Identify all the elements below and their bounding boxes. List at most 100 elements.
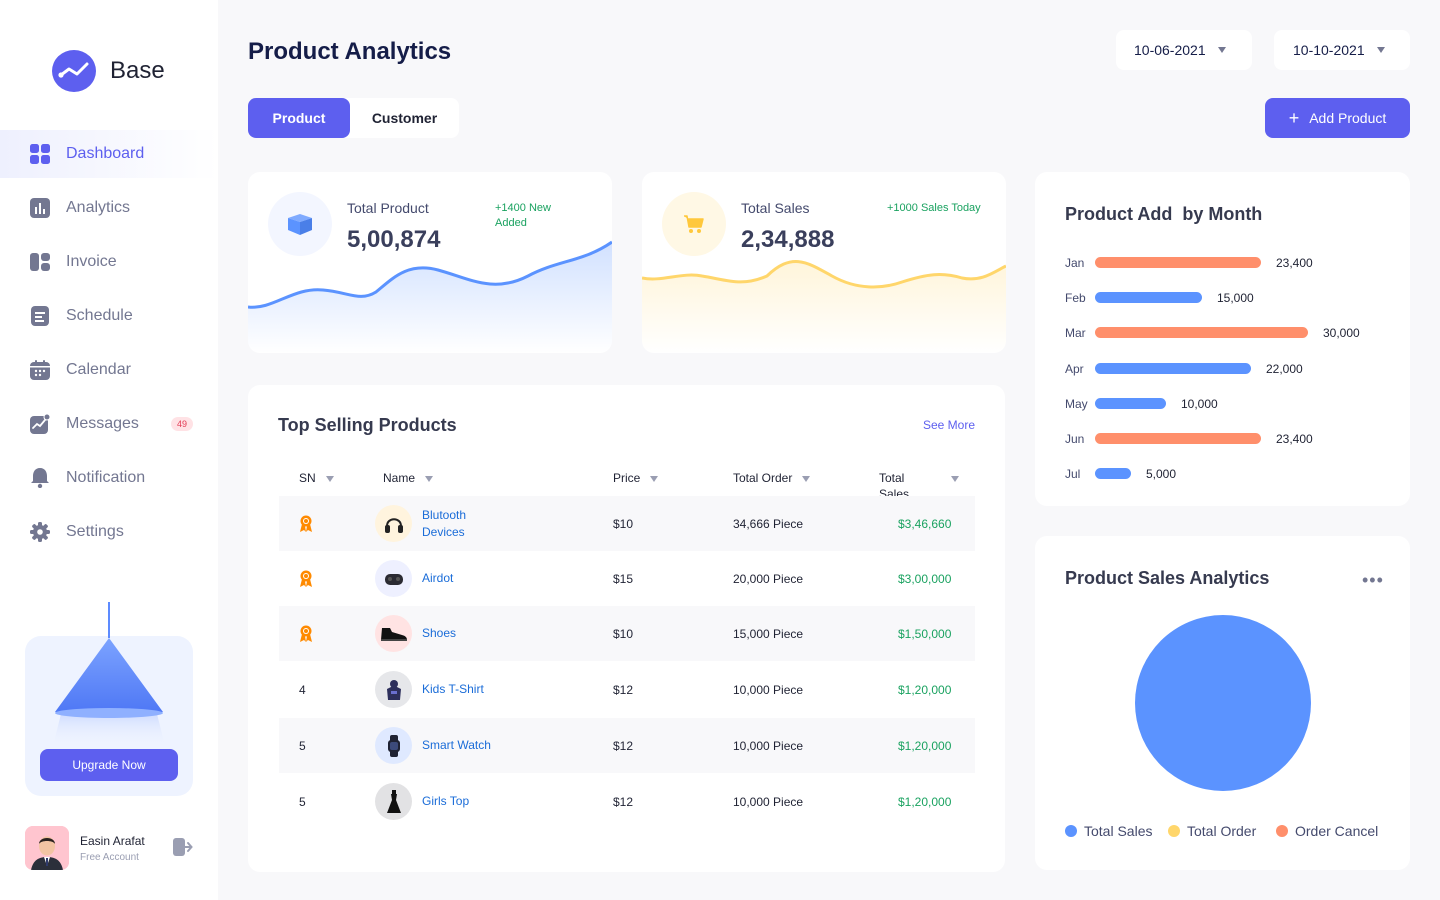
product-name-link[interactable]: Airdot [422, 570, 453, 587]
legend-label: Order Cancel [1295, 823, 1379, 839]
avatar [25, 826, 69, 870]
legend-dot [1276, 825, 1288, 837]
table-row[interactable]: Blutooth Devices $10 34,666 Piece $3,46,6… [279, 496, 975, 551]
sidebar-item-calendar[interactable]: Calendar [0, 346, 218, 394]
bar-value-label: 10,000 [1181, 396, 1218, 411]
sales-pie-chart [1135, 615, 1311, 791]
page-title: Product Analytics [248, 38, 452, 65]
upgrade-now-button[interactable]: Upgrade Now [40, 749, 178, 781]
date-from-select[interactable]: 10-06-2021 [1116, 30, 1252, 70]
sort-icon [325, 476, 334, 482]
sidebar-item-notification[interactable]: Notification [0, 454, 218, 502]
stat-note: +1000 Sales Today [887, 202, 981, 214]
sidebar-item-invoice[interactable]: Invoice [0, 238, 218, 286]
bar[interactable] [1095, 292, 1202, 304]
bar[interactable] [1095, 397, 1166, 409]
column-header-label: Name [383, 471, 416, 485]
product-cell: Kids T-Shirt [375, 662, 484, 717]
user-profile[interactable]: Easin Arafat Free Account [25, 826, 197, 870]
tab-product[interactable]: Product [248, 98, 350, 138]
bar-value-label: 15,000 [1217, 291, 1254, 306]
stat-value: 2,34,888 [741, 226, 835, 253]
table-row[interactable]: Airdot $15 20,000 Piece $3,00,000 [279, 551, 975, 606]
column-header-total-order[interactable]: Total Order [733, 470, 811, 486]
bar-category-label: Mar [1065, 326, 1086, 341]
watch-icon [375, 727, 412, 764]
sidebar-item-label: Invoice [66, 253, 117, 270]
table-row[interactable]: Shoes $10 15,000 Piece $1,50,000 [279, 606, 975, 661]
price-cell: $12 [613, 682, 634, 697]
product-sales-analytics-card: Product Sales Analytics ••• Total Sales … [1035, 536, 1410, 870]
sort-icon [951, 476, 960, 482]
bell-icon [29, 467, 51, 489]
table-row[interactable]: 4 Kids T-Shirt $12 10,000 Piece $1,20,00… [279, 662, 975, 717]
lamp-illustration [53, 638, 165, 746]
price-cell: $15 [613, 571, 634, 586]
legend-label: Total Sales [1084, 823, 1153, 839]
see-more-link[interactable]: See More [923, 418, 975, 432]
price-cell: $12 [613, 794, 634, 809]
product-cell: Girls Top [375, 774, 469, 829]
sidebar-item-schedule[interactable]: Schedule [0, 292, 218, 340]
price-cell: $12 [613, 738, 634, 753]
product-name-link[interactable]: Girls Top [422, 793, 469, 810]
stat-label: Total Product [347, 200, 429, 216]
bar[interactable] [1095, 468, 1131, 480]
column-header-label: Price [613, 471, 641, 485]
brand-logo[interactable]: Base [52, 50, 165, 92]
product-name-link[interactable]: Smart Watch [422, 737, 491, 754]
legend-dot [1168, 825, 1180, 837]
table-row[interactable]: 5 Smart Watch $12 10,000 Piece $1,20,000 [279, 718, 975, 773]
logo-icon [52, 50, 96, 92]
bar-value-label: 5,000 [1146, 467, 1177, 482]
column-header-sn[interactable]: SN [299, 470, 334, 486]
sidebar-item-messages[interactable]: Messages 49 [0, 400, 218, 448]
sidebar-item-dashboard[interactable]: Dashboard [0, 130, 218, 178]
tab-customer[interactable]: Customer [350, 98, 459, 138]
medal-icon [299, 496, 313, 551]
calendar-icon [29, 359, 51, 381]
product-name-link[interactable]: Blutooth Devices [422, 507, 466, 541]
medal-icon [299, 606, 313, 661]
shoe-icon [375, 615, 412, 652]
add-product-button[interactable]: + Add Product [1265, 98, 1410, 138]
column-header-name[interactable]: Name [383, 470, 434, 486]
product-cell: Smart Watch [375, 718, 491, 773]
bar-category-label: Jul [1065, 467, 1081, 482]
date-to-select[interactable]: 10-10-2021 [1274, 30, 1410, 70]
product-name-link[interactable]: Kids T-Shirt [422, 681, 484, 698]
date-to-value: 10-10-2021 [1293, 42, 1365, 58]
order-cell: 10,000 Piece [733, 682, 804, 697]
bar-category-label: May [1065, 396, 1088, 411]
sidebar-item-label: Messages [66, 415, 139, 432]
bar[interactable] [1095, 433, 1261, 444]
bar[interactable] [1095, 257, 1261, 268]
bar-row-feb: Feb 15,000 [1065, 291, 1395, 305]
order-cell: 10,000 Piece [733, 794, 804, 809]
legend-item-order-cancel: Order Cancel [1276, 823, 1378, 839]
product-name-link[interactable]: Shoes [422, 625, 456, 642]
cart-icon [662, 192, 726, 256]
bar[interactable] [1095, 362, 1251, 374]
sidebar-item-label: Dashboard [66, 145, 145, 162]
plus-icon: + [1288, 108, 1300, 128]
table-row[interactable]: 5 Girls Top $12 10,000 Piece $1,20,000 [279, 774, 975, 829]
product-name-line: Devices [422, 524, 465, 539]
sidebar-item-settings[interactable]: Settings [0, 508, 218, 556]
sidebar-item-label: Notification [66, 469, 146, 486]
sidebar-item-label: Calendar [66, 361, 131, 378]
column-header-price[interactable]: Price [613, 470, 659, 486]
sidebar-item-analytics[interactable]: Analytics [0, 184, 218, 232]
stat-note-line: +1400 New [495, 202, 551, 214]
sort-icon [425, 476, 434, 482]
sales-cell: $1,20,000 [898, 738, 952, 753]
sales-cell: $1,20,000 [898, 682, 952, 697]
price-cell: $10 [613, 516, 634, 531]
messages-badge: 49 [171, 417, 193, 431]
logout-icon[interactable] [173, 838, 193, 858]
dashboard-icon [29, 143, 51, 165]
bar-category-label: Feb [1065, 291, 1086, 306]
more-options-icon[interactable]: ••• [1362, 570, 1384, 591]
sn-cell: 4 [299, 682, 306, 697]
bar[interactable] [1095, 327, 1308, 339]
